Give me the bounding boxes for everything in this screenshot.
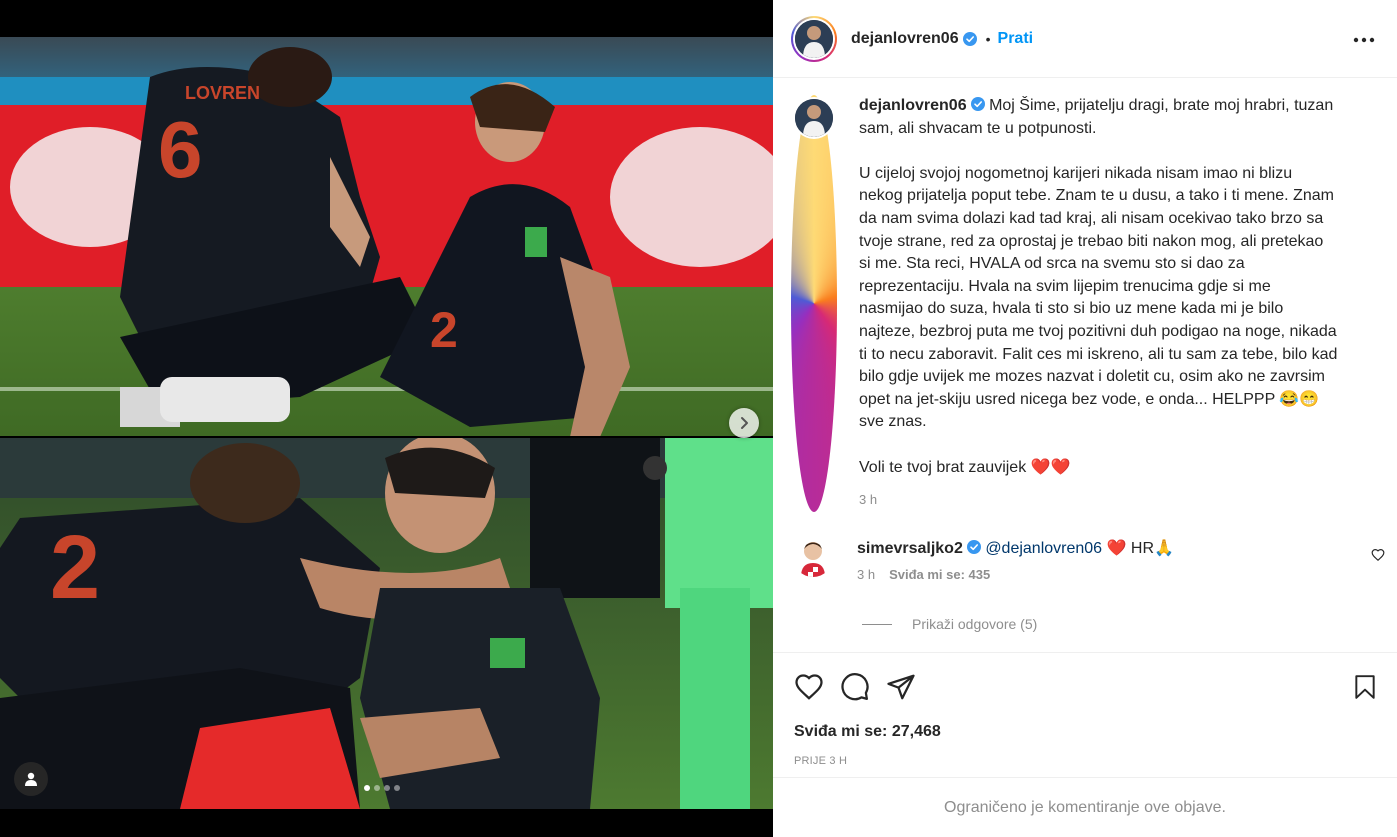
carousel-photo-1[interactable]: 6 LOVREN 2 [0, 37, 773, 436]
svg-text:LOVREN: LOVREN [185, 83, 260, 103]
carousel-dot [364, 785, 370, 791]
post-actions-section: Sviđa mi se: 27,468 PRIJE 3 H [773, 652, 1397, 777]
user-tag-icon [25, 772, 37, 786]
carousel-dot [394, 785, 400, 791]
share-button[interactable] [885, 671, 917, 703]
comment-text: ❤️ HR🙏 [1106, 540, 1174, 557]
more-options-icon [1353, 37, 1375, 43]
svg-text:2: 2 [50, 518, 100, 618]
comments-restricted-text: Ograničeno je komentiranje ove objave. [944, 798, 1226, 816]
follow-button[interactable]: Prati [998, 30, 1034, 48]
likes-count[interactable]: Sviđa mi se: 27,468 [794, 723, 941, 741]
comment-button[interactable] [839, 671, 871, 703]
post-author-username[interactable]: dejanlovren06 [851, 30, 959, 48]
comment-mention[interactable]: @dejanlovren06 [985, 540, 1102, 557]
tagged-users-button[interactable] [14, 762, 48, 796]
comment-like-button[interactable] [1371, 548, 1385, 567]
avatar[interactable] [791, 15, 837, 62]
heart-icon [1371, 549, 1385, 562]
chevron-right-icon [741, 417, 748, 429]
carousel-photo-2[interactable]: 2 [0, 438, 773, 809]
post-media: 6 LOVREN 2 2 [0, 0, 773, 837]
post-timestamp[interactable]: PRIJE 3 H [794, 755, 847, 767]
verified-badge-icon [966, 540, 981, 554]
like-button[interactable] [793, 671, 825, 703]
caption-signoff: Voli te tvoj brat zauvijek ❤️❤️ [859, 458, 1071, 476]
carousel-dot [374, 785, 380, 791]
svg-text:6: 6 [158, 105, 203, 194]
bookmark-icon [1355, 675, 1375, 699]
verified-badge-icon [970, 97, 985, 111]
comments-restricted-notice: Ograničeno je komentiranje ove objave. [773, 777, 1397, 837]
action-bar [793, 671, 917, 703]
media-top-bar [0, 0, 773, 37]
comment-username[interactable]: simevrsaljko2 [857, 540, 963, 557]
avatar[interactable] [791, 95, 837, 512]
comment-icon [841, 673, 869, 701]
svg-text:2: 2 [430, 302, 458, 358]
carousel-dot [384, 785, 390, 791]
more-options-button[interactable] [1353, 30, 1375, 48]
caption: dejanlovren06 Moj Šime, prijatelju dragi… [791, 95, 1371, 512]
caption-paragraph: U cijeloj svojoj nogometnoj karijeri nik… [859, 164, 1338, 431]
view-replies-button[interactable]: Prikaži odgovore (5) [862, 616, 1037, 632]
heart-icon [795, 674, 823, 700]
comment-likes[interactable]: Sviđa mi se: 435 [889, 567, 990, 582]
post-header: dejanlovren06 • Prati [773, 0, 1397, 78]
post-details-panel: dejanlovren06 • Prati dejanlovren06 Moj … [773, 0, 1397, 837]
avatar[interactable] [793, 537, 833, 577]
caption-timestamp[interactable]: 3 h [859, 489, 1339, 512]
media-bottom-bar [0, 809, 773, 837]
carousel-next-button[interactable] [729, 408, 759, 438]
view-replies-label: Prikaži odgovore (5) [912, 616, 1038, 632]
header-separator: • [985, 30, 991, 47]
comment-item: simevrsaljko2 @dejanlovren06 ❤️ HR🙏 3 h … [793, 537, 1383, 582]
save-button[interactable] [1349, 671, 1381, 703]
caption-text: dejanlovren06 Moj Šime, prijatelju dragi… [859, 95, 1339, 512]
verified-badge-icon [962, 31, 977, 46]
share-icon [887, 674, 915, 700]
caption-username[interactable]: dejanlovren06 [859, 97, 967, 114]
comment-timestamp[interactable]: 3 h [857, 567, 875, 582]
carousel-indicator [364, 785, 400, 791]
